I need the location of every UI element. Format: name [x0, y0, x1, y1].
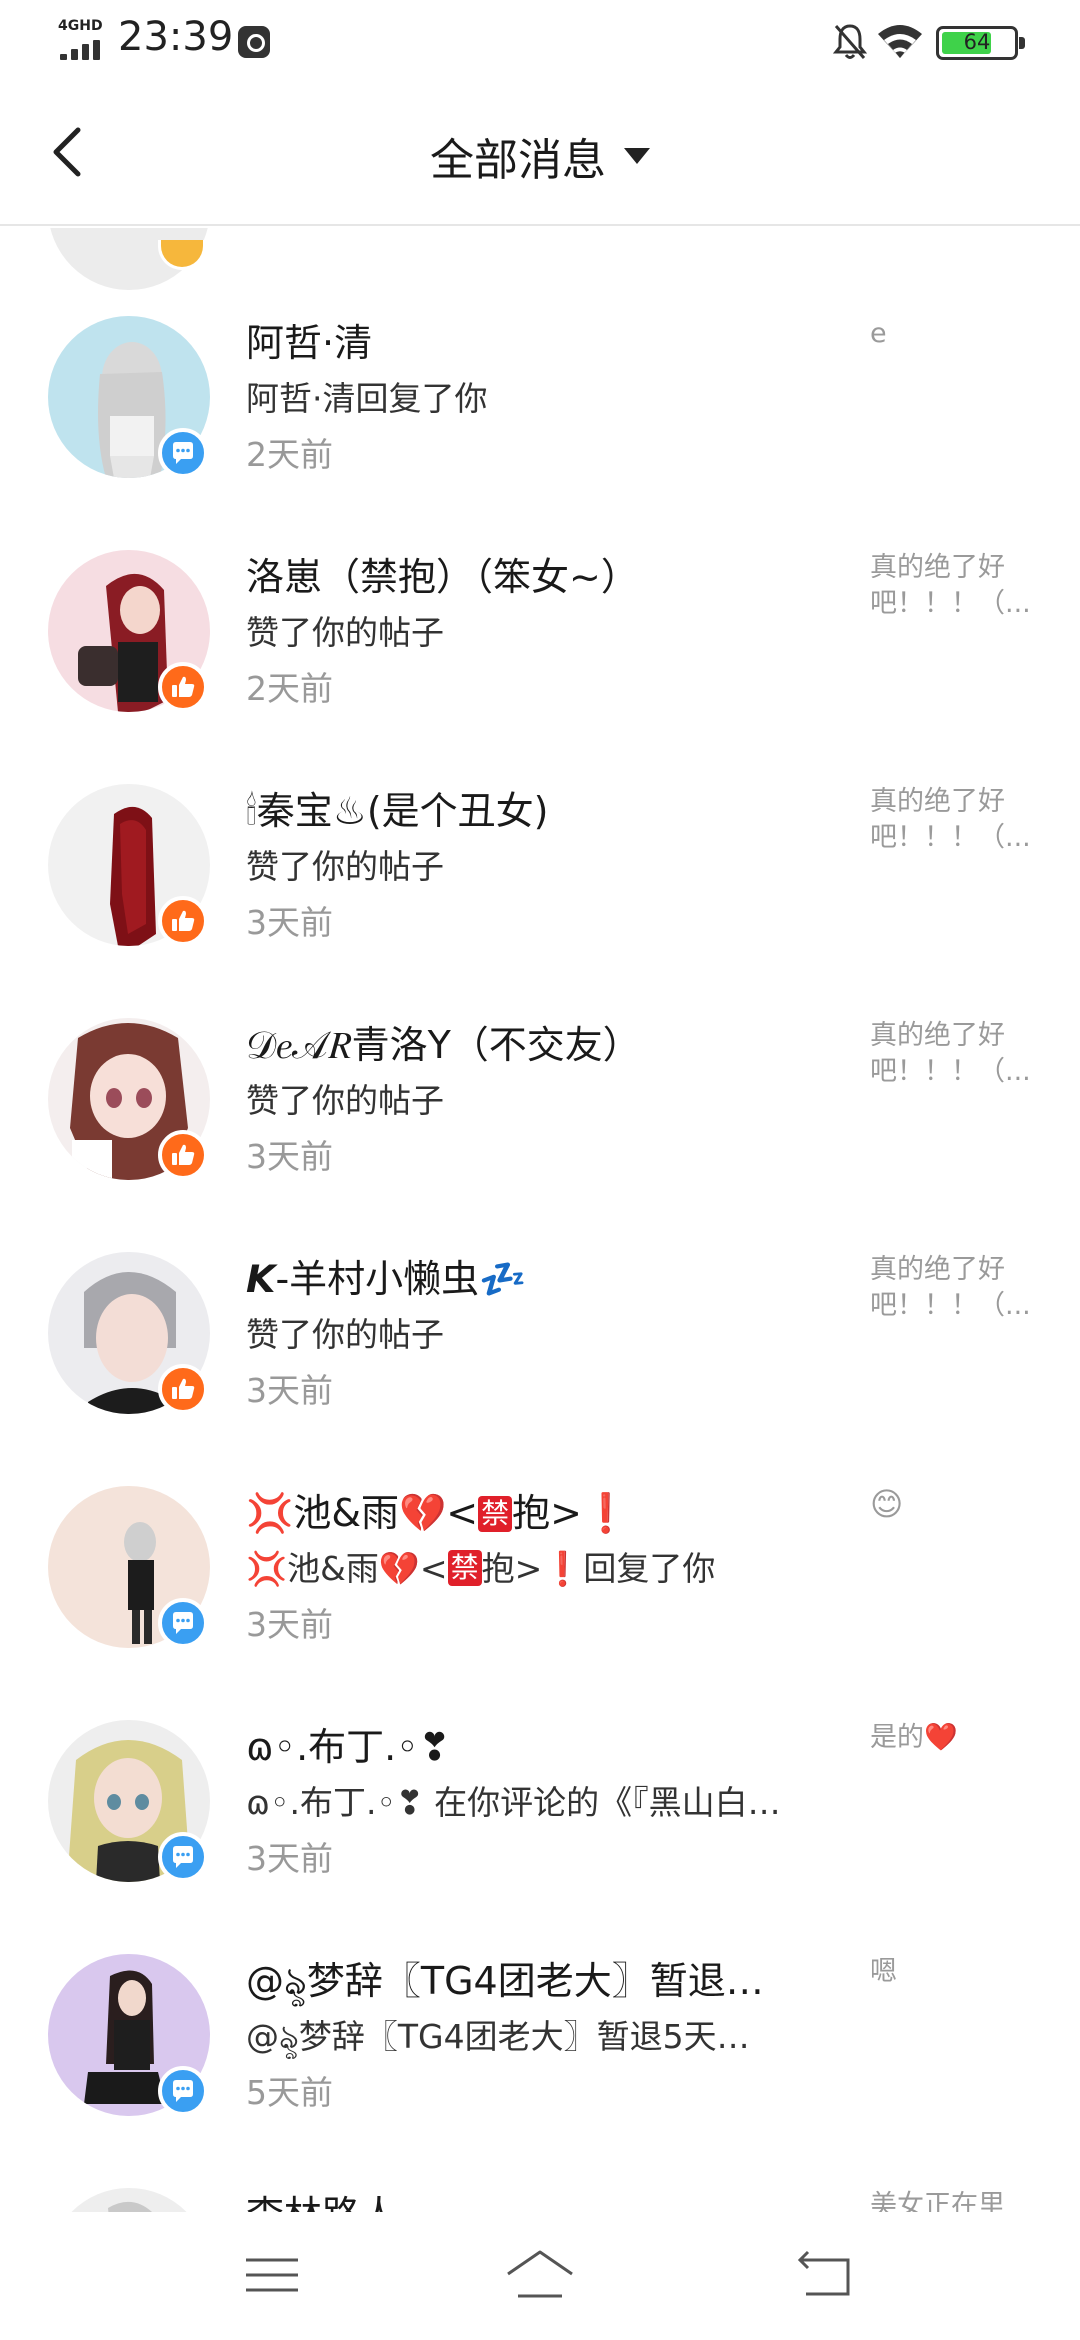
desc-part: 抱>: [481, 1549, 543, 1588]
sender-name: ɷ◦.布丁.◦❣: [246, 1725, 451, 1769]
message-preview: 嗯: [870, 1956, 897, 1987]
like-badge: [158, 896, 208, 946]
message-item[interactable]: @ৡ梦辞〖TG4团老大〗暂退… @ৡ梦辞〖TG4团老大〗暂退5天… 5天前 嗯: [0, 1954, 1080, 2188]
message-desc: @ৡ梦辞〖TG4团老大〗暂退5天…: [246, 2017, 750, 2056]
reply-icon: [173, 1846, 193, 1868]
signal-icon: 4GHD: [58, 18, 106, 62]
home-icon[interactable]: [500, 2240, 580, 2310]
message-preview: 真的绝了好吧！！！（...: [870, 1020, 1031, 1087]
message-time: 3天前: [246, 1605, 333, 1644]
menu-icon[interactable]: [232, 2240, 312, 2310]
back-icon[interactable]: [786, 2240, 866, 2310]
message-item[interactable]: ɷ◦.布丁.◦❣ ɷ◦.布丁.◦❣ 在你评论的《『黑山白… 3天前 是的❤️: [0, 1720, 1080, 1954]
message-desc: 赞了你的帖子: [246, 613, 444, 652]
name-part: 💢池&雨💔<: [246, 1491, 479, 1535]
message-time: 2天前: [246, 669, 333, 708]
message-preview: 是的❤️: [870, 1722, 958, 1753]
like-badge: [158, 662, 208, 712]
battery-percent: 64: [963, 30, 991, 54]
message-preview: 真的绝了好吧！！！（...: [870, 786, 1031, 853]
message-list[interactable]: 阿哲·清 阿哲·清回复了你 2天前 e 洛崽（禁抱）（笨女~） 赞了你的帖子 2…: [0, 228, 1080, 2212]
like-icon: [172, 1378, 195, 1399]
like-icon: [172, 676, 195, 697]
wifi-icon: [878, 25, 922, 58]
sender-name: 李林路人: [246, 2184, 846, 2212]
message-item[interactable]: 阿哲·清 阿哲·清回复了你 2天前 e: [0, 316, 1080, 550]
message-item[interactable]: 𝙆-羊村小懒虫💤 赞了你的帖子 3天前 真的绝了好吧！！！（...: [0, 1252, 1080, 1486]
reply-badge: [158, 2066, 208, 2116]
message-preview: e: [870, 318, 887, 349]
avatar[interactable]: [48, 2188, 210, 2212]
reply-badge: [158, 428, 208, 478]
sender-name: 𝙆-羊村小懒虫💤: [246, 1257, 527, 1301]
message-desc: 💢池&雨💔< 禁抱>❗回复了你: [246, 1542, 826, 1590]
app-notification-icon: [238, 26, 270, 58]
like-icon: [172, 910, 195, 931]
reply-icon: [173, 1612, 193, 1634]
battery-icon: 64: [936, 26, 1025, 60]
message-preview: 美女正在里: [870, 2190, 1005, 2212]
message-desc: 阿哲·清回复了你: [246, 379, 488, 418]
message-item[interactable]: 𝒟𝑒𝒜𝑅青洛Y（不交友） 赞了你的帖子 3天前 真的绝了好吧！！！（...: [0, 1018, 1080, 1252]
message-desc: 赞了你的帖子: [246, 1315, 444, 1354]
message-item[interactable]: 洛崽（禁抱）（笨女~） 赞了你的帖子 2天前 真的绝了好吧！！！（...: [0, 550, 1080, 784]
message-preview: 真的绝了好吧！！！（...: [870, 1254, 1031, 1321]
sender-name: 𝒟𝑒𝒜𝑅青洛Y（不交友）: [246, 1023, 641, 1067]
ban-tag: 禁: [447, 1550, 482, 1586]
message-preview: 😊: [870, 1485, 904, 1523]
dropdown-triangle-icon[interactable]: [624, 148, 650, 164]
message-item[interactable]: 李林路人 美女正在里: [0, 2188, 1080, 2212]
message-desc: ɷ◦.布丁.◦❣ 在你评论的《『黑山白…: [246, 1783, 781, 1822]
header: 全部消息: [0, 84, 1080, 226]
message-item[interactable]: 💢池&雨💔< 禁抱>❗ 💢池&雨💔< 禁抱>❗回复了你 3天前 😊: [0, 1486, 1080, 1720]
page-title[interactable]: 全部消息: [430, 135, 606, 186]
name-part: 抱>: [512, 1491, 582, 1535]
desc-part: 💢池&雨💔<: [246, 1549, 448, 1588]
clock: 23:39: [118, 14, 234, 60]
sender-name: 💢池&雨💔< 禁抱>❗: [246, 1482, 846, 1537]
title-dropdown[interactable]: 全部消息: [0, 124, 1080, 188]
message-item[interactable]: 🕯秦宝♨(是个丑女) 赞了你的帖子 3天前 真的绝了好吧！！！（...: [0, 784, 1080, 1018]
sender-name: 洛崽（禁抱）（笨女~）: [246, 555, 639, 599]
exclamation-icon: ❗: [542, 1549, 584, 1588]
sender-name: 🕯秦宝♨(是个丑女): [246, 789, 549, 833]
ban-tag: 禁: [478, 1496, 513, 1532]
message-time: 5天前: [246, 2073, 333, 2112]
message-desc: 赞了你的帖子: [246, 847, 444, 886]
network-type: 4GHD: [58, 18, 103, 34]
reply-badge: [158, 1598, 208, 1648]
message-desc: 赞了你的帖子: [246, 1081, 444, 1120]
reply-icon: [173, 2080, 193, 2102]
message-preview: 真的绝了好吧！！！（...: [870, 552, 1031, 619]
message-time: 3天前: [246, 1371, 333, 1410]
sender-name: 阿哲·清: [246, 321, 373, 365]
like-icon: [172, 1144, 195, 1165]
status-bar: 4GHD 23:39 64: [0, 0, 1080, 84]
like-badge: [158, 1130, 208, 1180]
message-time: 2天前: [246, 435, 333, 474]
message-time: 3天前: [246, 903, 333, 942]
desc-part: 回复了你: [583, 1549, 716, 1588]
mute-icon: [832, 24, 868, 59]
sender-name: @ৡ梦辞〖TG4团老大〗暂退…: [246, 1959, 764, 2003]
exclamation-icon: ❗: [581, 1491, 630, 1535]
message-time: 3天前: [246, 1137, 333, 1176]
reply-icon: [173, 442, 193, 464]
message-time: 3天前: [246, 1839, 333, 1878]
like-badge: [158, 1364, 208, 1414]
reply-badge: [158, 1832, 208, 1882]
bottom-nav: [0, 2212, 1080, 2340]
